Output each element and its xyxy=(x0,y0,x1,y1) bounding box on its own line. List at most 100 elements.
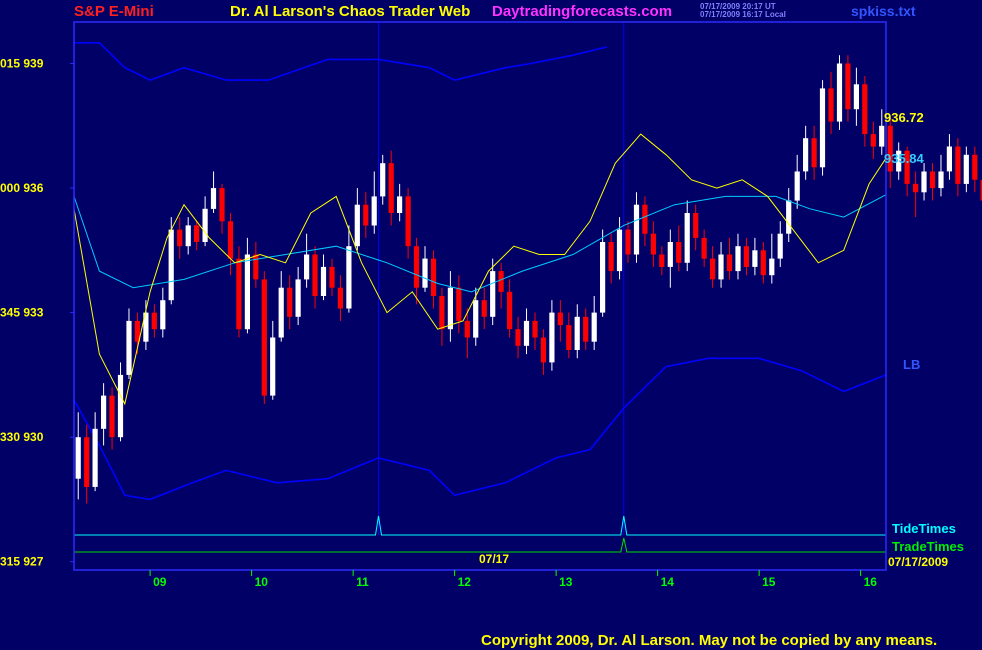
candle-body xyxy=(921,171,927,193)
candle-body xyxy=(600,242,606,313)
candle-body xyxy=(117,374,124,438)
site-name[interactable]: Daytradingforecasts.com xyxy=(492,3,672,20)
candle-body xyxy=(498,271,504,292)
candle-body xyxy=(523,320,530,346)
timer-lines xyxy=(74,515,886,553)
candle-body xyxy=(633,204,640,255)
candle-body xyxy=(185,225,191,247)
candle-body xyxy=(320,266,327,296)
candle-body xyxy=(946,146,952,172)
candle-body xyxy=(667,242,673,267)
candle-body xyxy=(845,63,851,110)
candle-body xyxy=(473,300,479,338)
candle-body xyxy=(625,229,631,255)
x-tick-label: 13 xyxy=(559,575,573,589)
candle-body xyxy=(380,163,386,197)
candle-body xyxy=(75,437,81,479)
chart-title: Dr. Al Larson's Chaos Trader Web xyxy=(230,3,471,20)
candle-body xyxy=(836,63,843,122)
candle-body xyxy=(160,300,166,330)
x-tick-label: 15 xyxy=(762,575,776,589)
candle-body xyxy=(752,250,758,267)
trade-times-label: TradeTimes xyxy=(892,539,965,554)
candles xyxy=(75,55,982,504)
candle-body xyxy=(346,246,352,309)
candle-body xyxy=(371,196,377,226)
candle-body xyxy=(337,287,343,309)
candle-body xyxy=(608,242,614,272)
candle-body xyxy=(811,138,817,168)
candle-body xyxy=(701,237,707,259)
trade-times-line xyxy=(74,537,886,553)
candle-body xyxy=(955,146,961,184)
candle-body xyxy=(972,154,978,180)
candle-body xyxy=(287,287,293,317)
symbol-label: S&P E-Mini xyxy=(74,3,154,20)
candle-body xyxy=(278,287,284,338)
slow-ma-line xyxy=(73,194,887,293)
x-tick-label: 16 xyxy=(864,575,878,589)
candle-body xyxy=(963,154,969,184)
candle-body xyxy=(363,204,369,226)
candle-body xyxy=(507,291,513,330)
candle-body xyxy=(684,213,690,263)
candle-body xyxy=(726,254,733,272)
candle-body xyxy=(862,84,868,135)
candle-body xyxy=(879,125,885,147)
candle-body xyxy=(354,204,360,247)
lower-band-line xyxy=(73,357,887,501)
candle-body xyxy=(557,312,563,326)
candle-body xyxy=(913,183,919,193)
candle-body xyxy=(405,196,411,247)
candle-body xyxy=(422,258,428,288)
y-tick-label: 015 939 xyxy=(0,57,44,71)
candle-body xyxy=(227,221,234,259)
candle-body xyxy=(219,188,225,222)
candle-body xyxy=(642,204,648,234)
data-filename: spkiss.txt xyxy=(851,3,916,19)
lower-band-label: LB xyxy=(903,357,921,372)
candle-body xyxy=(515,329,521,346)
candle-body xyxy=(261,279,267,396)
candle-body xyxy=(447,287,453,330)
candle-body xyxy=(574,316,580,350)
candle-body xyxy=(329,266,335,288)
candle-body xyxy=(735,246,741,272)
candle-body xyxy=(92,428,98,487)
candle-body xyxy=(929,171,936,189)
last-price-label: 936.72 xyxy=(884,110,924,125)
y-axis-ticks: 015 939 000 936 345 933 330 930 315 927 xyxy=(0,57,74,569)
footer-date: 07/17/2009 xyxy=(888,555,949,569)
candle-body xyxy=(777,233,783,259)
candle-body xyxy=(490,271,496,317)
candle-body xyxy=(676,242,682,263)
candle-body xyxy=(760,250,766,276)
candle-body xyxy=(532,320,538,338)
candle-body xyxy=(101,395,107,429)
candle-body xyxy=(388,163,394,213)
candle-body xyxy=(786,200,792,234)
candle-body xyxy=(202,208,208,242)
candle-body xyxy=(210,188,217,209)
candle-body xyxy=(84,437,90,487)
y-tick-label: 315 927 xyxy=(0,555,44,569)
candle-body xyxy=(803,138,809,172)
candle-body xyxy=(397,196,403,213)
candle-body xyxy=(481,300,487,317)
candle-body xyxy=(566,325,572,350)
candle-body xyxy=(194,225,200,242)
candle-body xyxy=(464,320,470,338)
candle-body xyxy=(109,395,115,438)
candle-body xyxy=(583,316,589,342)
candle-body xyxy=(151,312,157,330)
x-tick-label: 14 xyxy=(661,575,675,589)
candle-body xyxy=(659,254,665,267)
candle-body xyxy=(540,337,546,363)
y-tick-label: 330 930 xyxy=(0,430,44,444)
candle-body xyxy=(743,246,749,267)
tide-times-line xyxy=(74,515,886,536)
candle-body xyxy=(456,287,462,321)
candle-body xyxy=(236,258,242,330)
candle-body xyxy=(819,88,826,168)
candle-body xyxy=(439,296,445,330)
